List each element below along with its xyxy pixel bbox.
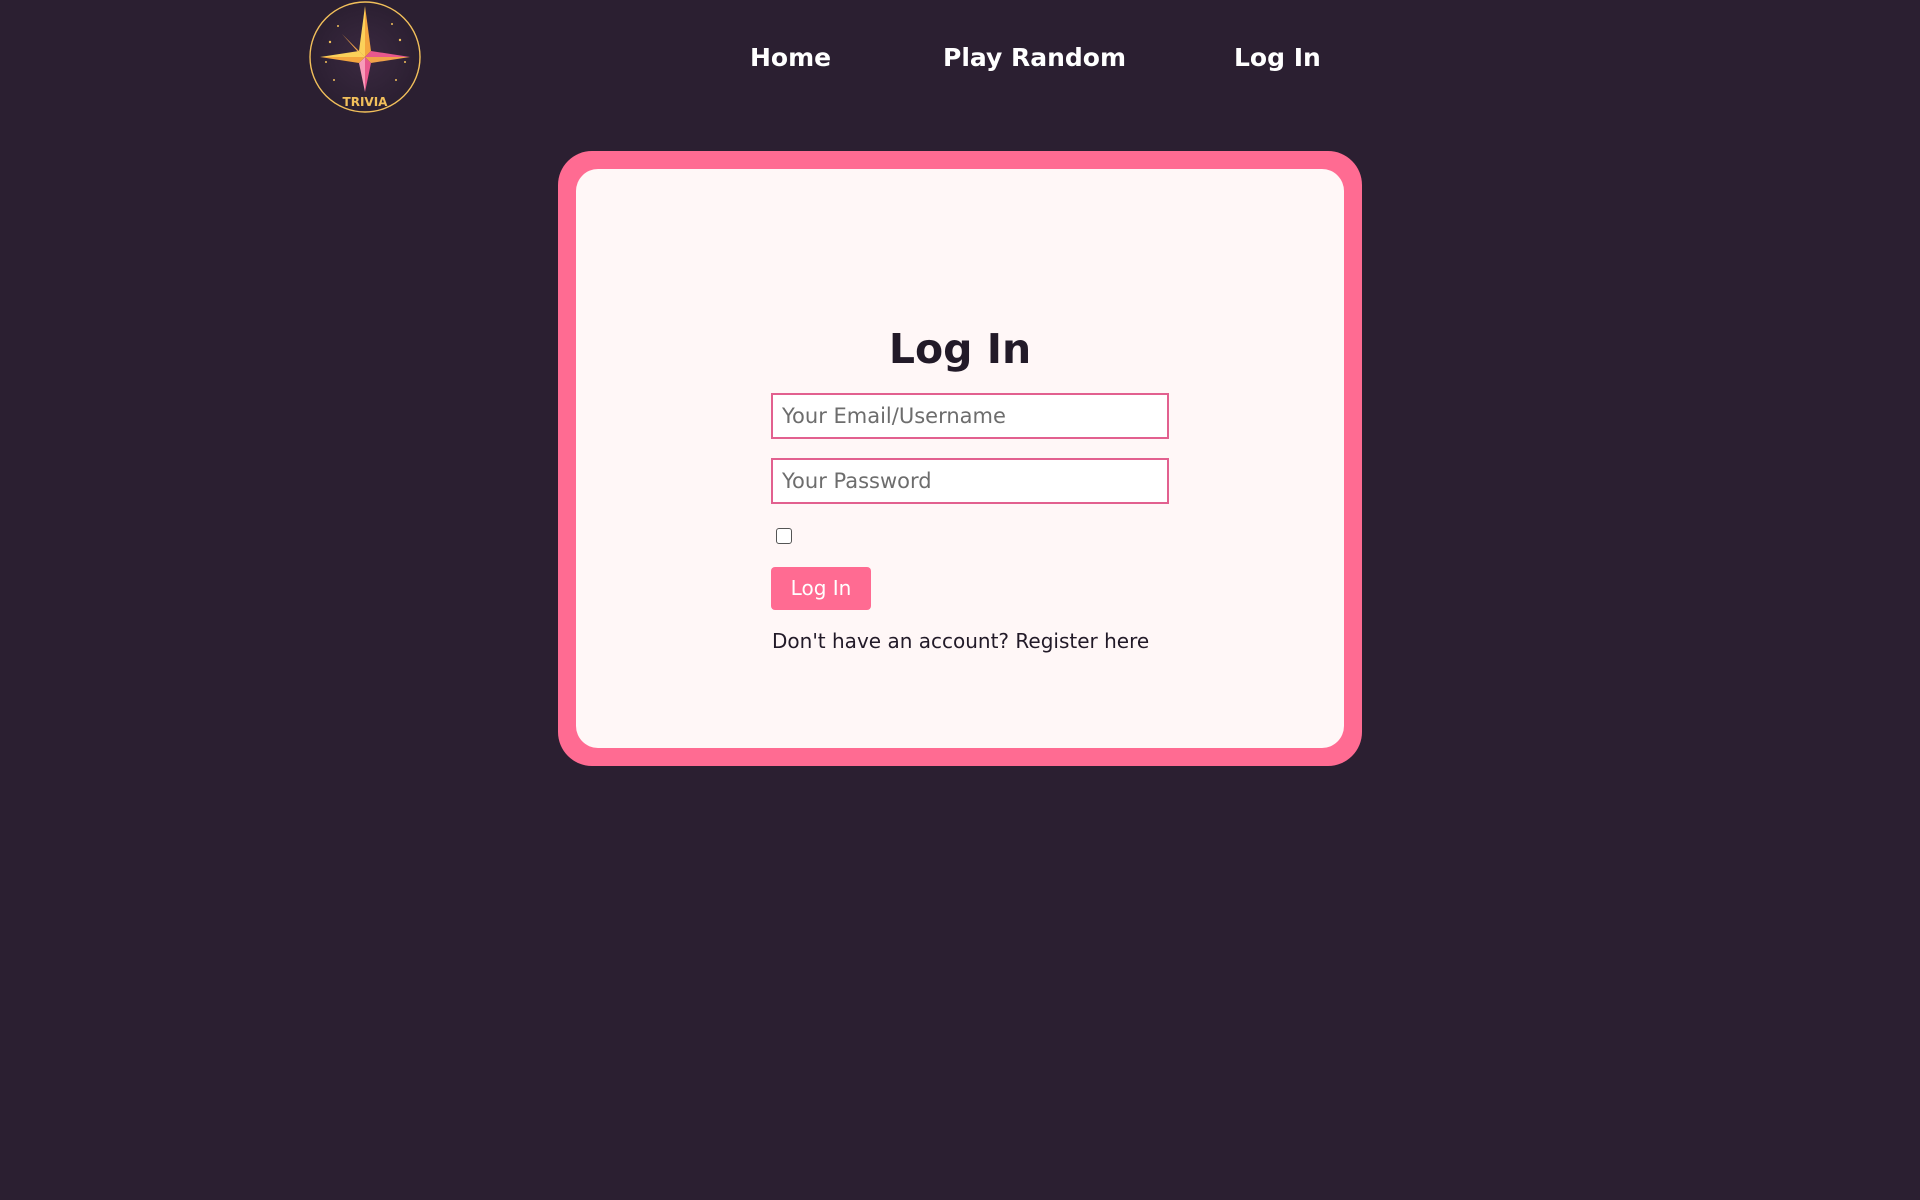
email-username-input[interactable] xyxy=(771,393,1169,439)
register-link[interactable]: Register here xyxy=(1015,629,1149,653)
nav-play-random-link[interactable]: Play Random xyxy=(943,38,1126,78)
page: TRIVIA Home Play Random Log In Log In Lo… xyxy=(0,0,1920,1200)
logo-text: TRIVIA xyxy=(343,95,389,109)
login-title: Log In xyxy=(888,325,1032,373)
register-prompt: Don't have an account? Register here xyxy=(772,626,1149,656)
log-in-button[interactable]: Log In xyxy=(771,567,871,610)
password-input[interactable] xyxy=(771,458,1169,504)
main-nav: Home Play Random Log In xyxy=(0,38,1920,78)
remember-me-checkbox[interactable] xyxy=(776,528,792,544)
register-prompt-text: Don't have an account? xyxy=(772,629,1010,653)
nav-log-in-link[interactable]: Log In xyxy=(1234,38,1321,78)
nav-home-link[interactable]: Home xyxy=(750,38,831,78)
